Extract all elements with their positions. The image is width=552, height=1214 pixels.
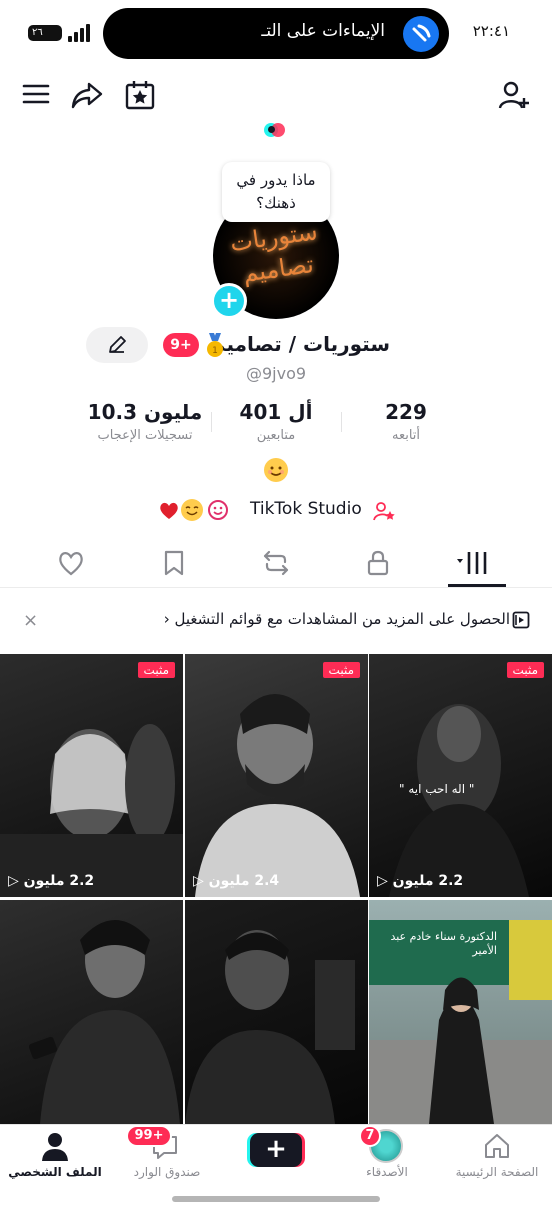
tiktok-studio-link[interactable]: TikTok Studio	[250, 499, 362, 519]
play-icon: ▷	[377, 873, 388, 889]
inbox-badge: 99+	[126, 1125, 172, 1147]
nav-profile-label: الملف الشخصي	[8, 1165, 102, 1179]
avatar-logo-text: ستوريات تصاميم	[228, 217, 320, 288]
pinned-badge: مثبت	[137, 662, 175, 678]
video-thumbnail[interactable]	[0, 900, 183, 1143]
tab-reposts[interactable]	[261, 548, 291, 578]
profile-name: ستوريات / تصاميم	[210, 332, 390, 356]
add-story-button[interactable]: +	[211, 283, 247, 319]
battery-icon: ٢٦	[28, 25, 62, 41]
signal-icon	[68, 24, 92, 42]
smile-emoji	[181, 499, 203, 521]
clock: ٢٢:٤١	[472, 22, 510, 40]
view-count: 2.4 مليون ▷	[193, 873, 279, 889]
tab-videos[interactable]	[455, 548, 495, 578]
nav-inbox-label: صندوق الوارد	[133, 1165, 201, 1179]
battery-level: ٢٦	[32, 27, 43, 38]
gesture-app-icon	[403, 16, 439, 52]
menu-icon[interactable]	[20, 78, 56, 114]
add-friend-icon[interactable]	[497, 78, 533, 114]
creator-star-icon[interactable]	[372, 499, 396, 527]
gesture-notification[interactable]: الإيماءات على التـ	[103, 8, 449, 59]
tab-saved[interactable]	[159, 548, 189, 578]
followers-label: متابعين	[256, 428, 296, 443]
view-count-value: 2.2 مليون	[392, 873, 464, 889]
stats-divider	[211, 412, 212, 432]
home-indicator	[172, 1196, 380, 1202]
svg-text:1: 1	[212, 346, 218, 356]
studio-row: TikTok Studio	[0, 498, 552, 524]
video-thumbnail[interactable]	[185, 900, 368, 1143]
username-handle: @9jvo9	[245, 364, 307, 383]
pinned-badge: مثبت	[506, 662, 544, 678]
video-thumbnail[interactable]: مثبت 2.2 مليون ▷	[0, 654, 183, 897]
video-thumbnail[interactable]: مثبت 2.4 مليون ▷	[185, 654, 368, 897]
heart-emoji	[158, 500, 180, 526]
following-count[interactable]: 229	[366, 400, 446, 424]
nav-inbox[interactable]: 99+ صندوق الوارد	[112, 1125, 222, 1195]
friends-badge: 7	[359, 1125, 381, 1147]
likes-label: تسجيلات الإعجاب	[97, 428, 193, 443]
active-tab-indicator	[448, 584, 506, 587]
nav-profile[interactable]: الملف الشخصي	[0, 1125, 110, 1195]
status-bar: ٢٦ الإيماءات على التـ ٢٢:٤١	[0, 0, 552, 64]
edit-profile-button[interactable]	[86, 327, 148, 363]
playlist-banner-text: الحصول على المزيد من المشاهدات مع قوائم …	[164, 610, 510, 628]
stats-divider	[341, 412, 342, 432]
followers-count[interactable]: 401 أل	[220, 400, 332, 424]
view-count: 2.2 مليون ▷	[8, 873, 94, 889]
video-grid: مثبت 2.2 مليون ▷ مثبت 2.4 مليون ▷ " اله …	[0, 654, 552, 1143]
play-icon: ▷	[193, 873, 204, 889]
status-bubble[interactable]: ماذا يدور في ذهنك؟	[222, 162, 330, 222]
tab-liked[interactable]	[56, 548, 86, 578]
video-thumbnail[interactable]: " اله احب ايه " مثبت 2.2 مليون ▷	[369, 654, 552, 897]
playlist-icon	[512, 611, 530, 633]
chevron-left-icon: ‹	[163, 610, 170, 628]
nav-home[interactable]: الصفحة الرئيسية	[442, 1125, 552, 1195]
create-button[interactable]: +	[250, 1133, 302, 1167]
profile-top-bar	[0, 74, 552, 118]
notification-badge[interactable]: 9+	[163, 333, 199, 357]
video-thumbnail[interactable]: الدكتورة سناء خادم عبد الأمير	[369, 900, 552, 1143]
notification-text: الإيماءات على التـ	[261, 21, 385, 41]
nav-friends-label: الأصدقاء	[366, 1165, 408, 1179]
play-icon: ▷	[8, 873, 19, 889]
pinned-badge: مثبت	[322, 662, 360, 678]
tab-private[interactable]	[363, 548, 393, 578]
medal-icon: 1	[204, 333, 226, 359]
home-icon	[485, 1134, 509, 1158]
likes-count[interactable]: 10.3 مليون	[80, 400, 210, 424]
video-caption-overlay: الدكتورة سناء خادم عبد الأمير	[390, 930, 497, 957]
live-indicator-icon[interactable]	[264, 121, 286, 139]
view-count-value: 2.4 مليون	[208, 873, 280, 889]
nav-friends[interactable]: 7 الأصدقاء	[332, 1125, 442, 1195]
view-count-value: 2.2 مليون	[23, 873, 95, 889]
calendar-star-icon[interactable]	[123, 78, 159, 114]
video-caption-overlay: " اله احب ايه "	[399, 782, 475, 796]
following-label: أتابعه	[391, 428, 421, 443]
nav-home-label: الصفحة الرئيسية	[455, 1165, 539, 1179]
close-icon[interactable]: ×	[23, 610, 38, 631]
share-icon[interactable]	[70, 78, 106, 114]
profile-icon	[42, 1133, 68, 1161]
playlist-banner-label: الحصول على المزيد من المشاهدات مع قوائم …	[174, 610, 510, 628]
view-count: 2.2 مليون ▷	[377, 873, 463, 889]
profile-tabs	[0, 540, 552, 588]
playlist-banner[interactable]: × الحصول على المزيد من المشاهدات مع قوائ…	[0, 606, 552, 636]
emoji-face-icon	[207, 499, 229, 525]
bio-smile-emoji	[264, 458, 288, 482]
